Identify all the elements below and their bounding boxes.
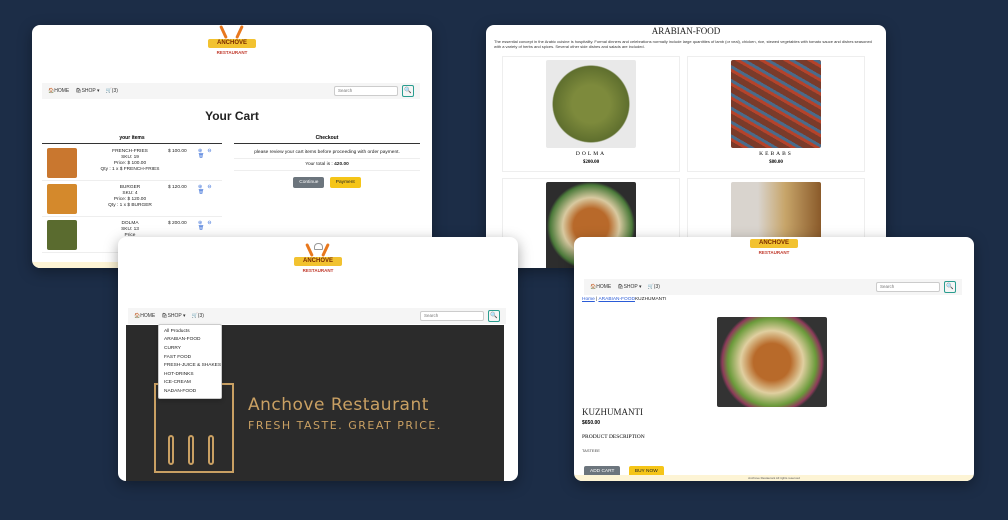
dish-name: DOLMA xyxy=(575,151,607,157)
nav-home[interactable]: 🏠HOME xyxy=(48,88,69,94)
item-qty-line: Qty : 1 x $ BURGER xyxy=(108,203,152,208)
item-qty-line: Qty : 1 x $ FRENCH-FRIES xyxy=(100,167,160,172)
logo-name: ANCHOVE xyxy=(758,240,789,246)
dropdown-item[interactable]: NADAN-FOOD xyxy=(159,387,221,396)
banner-title: Anchove Restaurant xyxy=(248,395,429,415)
continue-button[interactable]: Continue xyxy=(293,177,325,188)
category-description: The essential concept in the Arabic cuis… xyxy=(494,39,872,49)
item-price: $ 120.00 xyxy=(168,185,187,190)
cart-item: BURGER SKU: 4 Price: $ 120.00 Qty : 1 x … xyxy=(42,182,222,217)
restaurant-logo[interactable]: ANCHOVE RESTAURANT xyxy=(746,237,802,261)
item-thumbnail xyxy=(47,184,77,214)
checkout-header: Checkout xyxy=(234,135,420,144)
nav-shop[interactable]: 🛍SHOP ▾ xyxy=(617,284,641,290)
nav-shop[interactable]: 🛍SHOP ▾ xyxy=(75,88,99,94)
breadcrumb-home[interactable]: Home xyxy=(582,297,595,302)
product-name: KUZHUMANTI xyxy=(582,407,643,417)
search-input[interactable]: Search xyxy=(876,282,940,292)
dish-card[interactable]: DOLMA $200.00 xyxy=(502,56,680,172)
cart-page-screenshot: ANCHOVE RESTAURANT 🏠HOME 🛍SHOP ▾ 🛒(3) Se… xyxy=(32,25,432,268)
category-page-screenshot: ARABIAN-FOOD The essential concept in th… xyxy=(486,25,886,268)
search-icon[interactable]: 🔍 xyxy=(944,281,956,293)
nav-home[interactable]: 🏠HOME xyxy=(134,313,155,319)
product-image xyxy=(717,317,827,407)
payment-button[interactable]: Payment xyxy=(329,177,361,188)
footer-text: Anchove Restaurant All rights reserved xyxy=(574,475,974,481)
navbar: 🏠HOME 🛍SHOP ▾ 🛒(3) Search 🔍 xyxy=(584,279,962,295)
total-value: 420.00 xyxy=(334,162,349,167)
restaurant-logo[interactable]: ANCHOVE RESTAURANT xyxy=(204,25,260,61)
navbar: 🏠HOME 🛍SHOP ▾ 🛒(3) Search 🔍 xyxy=(128,308,506,324)
product-price: $650.00 xyxy=(582,420,601,426)
breadcrumb: Home | ARABIAN-FOODKUZHUMANTI xyxy=(582,297,666,302)
dropdown-item[interactable]: ARABIAN-FOOD xyxy=(159,336,221,345)
items-header: your items xyxy=(42,135,222,144)
dropdown-item[interactable]: FAST FOOD xyxy=(159,353,221,362)
nav-home[interactable]: 🏠HOME xyxy=(590,284,611,290)
total-label: Your total is : xyxy=(305,162,333,167)
logo-sub: RESTAURANT xyxy=(302,268,334,273)
product-description-text: TASTEEE xyxy=(582,448,600,453)
cart-item: FRENCH-FRIES SKU: 19 Price: $ 100.00 Qty… xyxy=(42,146,222,181)
dish-name: KEBABS xyxy=(759,151,793,157)
dropdown-item[interactable]: ICE-CREAM xyxy=(159,379,221,388)
dropdown-item[interactable]: HOT-DRINKS xyxy=(159,370,221,379)
nav-cart[interactable]: 🛒(3) xyxy=(192,313,204,319)
product-description-label: PRODUCT DESCRIPTION xyxy=(582,434,645,440)
banner-subtitle: FRESH TASTE. GREAT PRICE. xyxy=(248,419,442,432)
search-input[interactable]: Search xyxy=(420,311,484,321)
shop-dropdown-menu: All Products ARABIAN-FOOD CURRY FAST FOO… xyxy=(158,324,222,399)
home-page-screenshot: ANCHOVE RESTAURANT 🏠HOME 🛍SHOP ▾ 🛒(3) Se… xyxy=(118,237,518,481)
item-price: $ 200.00 xyxy=(168,221,187,226)
dropdown-item[interactable]: All Products xyxy=(159,327,221,336)
checkout-panel: please review your cart items before pro… xyxy=(234,147,420,188)
review-note: please review your cart items before pro… xyxy=(234,147,420,159)
item-price: $ 100.00 xyxy=(168,149,187,154)
navbar: 🏠HOME 🛍SHOP ▾ 🛒(3) Search 🔍 xyxy=(42,83,420,99)
category-title: ARABIAN-FOOD xyxy=(651,26,721,36)
breadcrumb-category[interactable]: ARABIAN-FOOD xyxy=(598,297,635,302)
dish-card[interactable]: KEBABS $80.00 xyxy=(687,56,865,172)
nav-cart[interactable]: 🛒(3) xyxy=(648,284,660,290)
logo-name: ANCHOVE xyxy=(302,258,333,264)
logo-name: ANCHOVE xyxy=(216,40,247,46)
dish-image[interactable] xyxy=(731,60,821,148)
search-icon[interactable]: 🔍 xyxy=(402,85,414,97)
logo-sub: RESTAURANT xyxy=(216,50,248,55)
page-title: Your Cart xyxy=(205,109,259,123)
restaurant-logo[interactable]: ANCHOVE RESTAURANT xyxy=(290,243,346,279)
search-input[interactable]: Search xyxy=(334,86,398,96)
item-actions-icons[interactable]: ⊕ ⊖ 🗑 xyxy=(198,221,222,231)
item-thumbnail xyxy=(47,220,77,250)
logo-sub: RESTAURANT xyxy=(758,250,790,255)
nav-shop[interactable]: 🛍SHOP ▾ xyxy=(161,313,185,319)
search-icon[interactable]: 🔍 xyxy=(488,310,500,322)
item-actions-icons[interactable]: ⊕ ⊖ 🗑 xyxy=(198,185,222,195)
dropdown-item[interactable]: FRESH-JUICE & SHAKES xyxy=(159,361,221,370)
nav-cart[interactable]: 🛒(3) xyxy=(106,88,118,94)
dish-image[interactable] xyxy=(546,60,636,148)
item-thumbnail xyxy=(47,148,77,178)
dropdown-item[interactable]: CURRY xyxy=(159,344,221,353)
item-actions-icons[interactable]: ⊕ ⊖ 🗑 xyxy=(198,149,222,159)
breadcrumb-current: KUZHUMANTI xyxy=(634,297,667,302)
product-page-screenshot: ANCHOVE RESTAURANT 🏠HOME 🛍SHOP ▾ 🛒(3) Se… xyxy=(574,237,974,481)
